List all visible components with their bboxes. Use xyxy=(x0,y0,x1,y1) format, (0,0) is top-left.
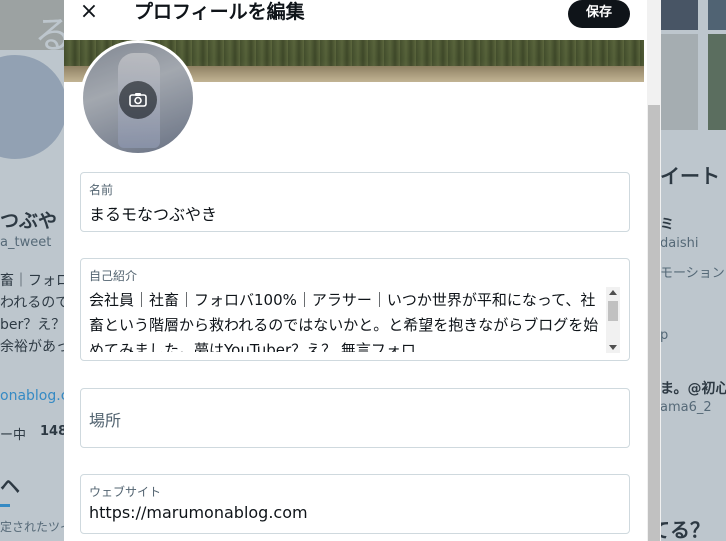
edit-profile-modal: × プロフィールを編集 保存 名前 まるモなつぶやき 自己紹介 会社員｜社畜｜フ… xyxy=(64,0,661,541)
avatar-image xyxy=(83,43,193,153)
camera-add-icon xyxy=(129,93,147,107)
change-avatar-button[interactable] xyxy=(119,81,157,119)
bio-field[interactable]: 自己紹介 会社員｜社畜｜フォロバ100%｜アラサー｜いつか世界が平和になって、社… xyxy=(80,258,630,361)
modal-scroll-thumb[interactable] xyxy=(648,105,660,541)
scroll-up-icon[interactable] xyxy=(609,290,617,295)
bio-textarea[interactable]: 会社員｜社畜｜フォロバ100%｜アラサー｜いつか世界が平和になって、社畜という階… xyxy=(89,288,603,352)
website-field[interactable]: ウェブサイト https://marumonablog.com xyxy=(80,474,630,534)
avatar-editor xyxy=(80,40,196,156)
location-field[interactable]: 場所 xyxy=(80,388,630,448)
modal-scrollbar[interactable] xyxy=(647,0,661,541)
save-button[interactable]: 保存 xyxy=(568,0,630,28)
name-input[interactable]: まるモなつぶやき xyxy=(89,201,217,225)
modal-title: プロフィールを編集 xyxy=(134,1,305,23)
website-label: ウェブサイト xyxy=(89,485,162,499)
bio-label: 自己紹介 xyxy=(89,269,138,283)
bio-scroll-thumb[interactable] xyxy=(608,301,618,321)
close-icon: × xyxy=(79,0,99,24)
name-label: 名前 xyxy=(89,183,114,197)
name-field[interactable]: 名前 まるモなつぶやき xyxy=(80,172,630,232)
bio-scrollbar[interactable] xyxy=(606,287,620,353)
scroll-down-icon[interactable] xyxy=(609,345,617,350)
website-input[interactable]: https://marumonablog.com xyxy=(89,503,308,522)
location-placeholder: 場所 xyxy=(89,411,122,430)
modal-header: × プロフィールを編集 保存 xyxy=(64,0,661,40)
close-button[interactable]: × xyxy=(76,0,102,26)
